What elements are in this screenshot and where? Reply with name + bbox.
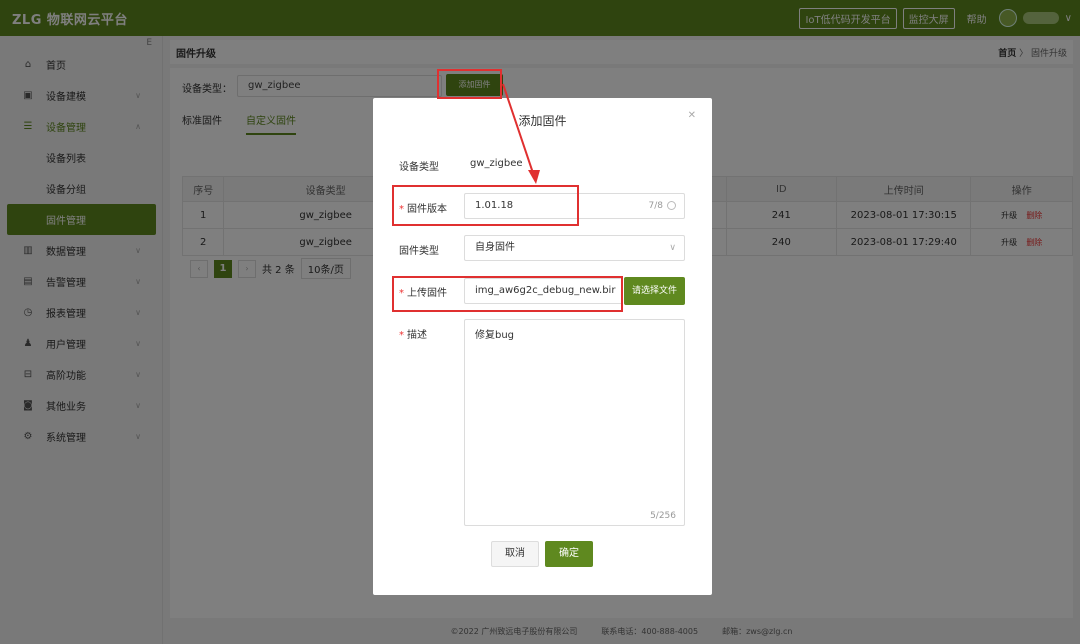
- annotation-box-version: [392, 185, 579, 226]
- annotation-box-add-button: [437, 69, 502, 99]
- required-mark: *: [399, 330, 404, 341]
- firmware-type-select[interactable]: 自身固件 ∨: [464, 235, 685, 261]
- confirm-button[interactable]: 确定: [545, 541, 593, 567]
- description-char-counter: 5/256: [650, 511, 676, 521]
- description-label-text: 描述: [407, 330, 427, 341]
- char-counter: 7/8: [649, 194, 676, 218]
- close-icon[interactable]: ✕: [688, 110, 696, 121]
- firmware-type-label: 固件类型: [399, 246, 439, 257]
- check-circle-icon: [667, 201, 676, 210]
- firmware-type-value: 自身固件: [475, 242, 515, 253]
- device-type-label: 设备类型: [399, 162, 439, 173]
- cancel-button[interactable]: 取消: [491, 541, 539, 567]
- description-textarea[interactable]: 修复bug 5/256: [464, 319, 685, 526]
- version-count: 7/8: [648, 201, 663, 211]
- dialog-title: 添加固件: [518, 114, 567, 128]
- add-firmware-dialog: 添加固件 ✕ 设备类型 gw_zigbee * 固件版本 1.01.18 7/8 …: [373, 98, 712, 595]
- chevron-down-icon: ∨: [669, 243, 676, 253]
- choose-file-button[interactable]: 请选择文件: [624, 277, 685, 305]
- annotation-box-upload: [392, 276, 623, 312]
- description-label: * 描述: [399, 326, 427, 341]
- description-value: 修复bug: [475, 330, 515, 341]
- device-type-value: gw_zigbee: [470, 158, 523, 169]
